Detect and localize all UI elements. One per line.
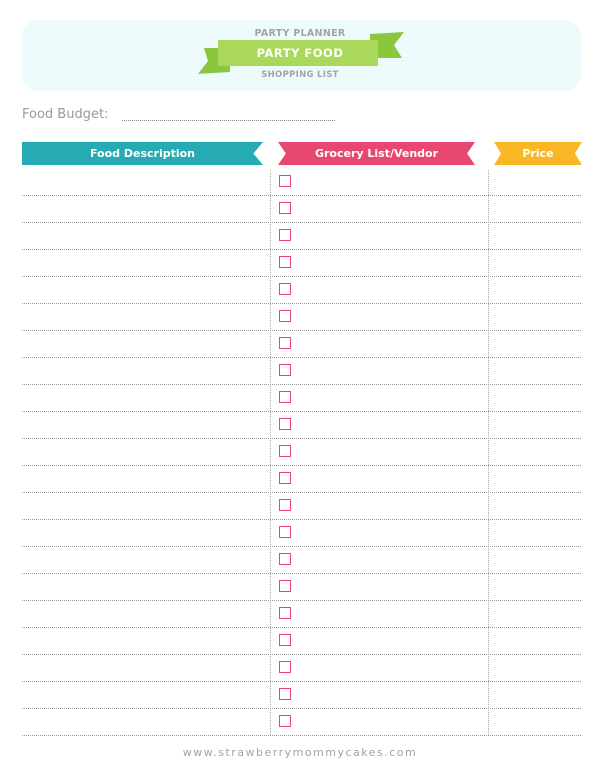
list-row[interactable]: [22, 600, 581, 628]
row-checkbox[interactable]: [279, 580, 291, 592]
list-row[interactable]: [22, 249, 581, 277]
banner-title: PARTY FOOD: [256, 46, 344, 60]
row-checkbox[interactable]: [279, 175, 291, 187]
row-checkbox[interactable]: [279, 688, 291, 700]
row-checkbox[interactable]: [279, 364, 291, 376]
budget-label: Food Budget:: [22, 107, 109, 122]
row-checkbox[interactable]: [279, 445, 291, 457]
list-row[interactable]: [22, 546, 581, 574]
footer-url: www.strawberrymommycakes.com: [182, 746, 418, 759]
column-header-grocery-list: Grocery List/Vendor: [278, 142, 475, 165]
list-row[interactable]: [22, 330, 581, 358]
list-row[interactable]: [22, 681, 581, 709]
row-checkbox[interactable]: [279, 553, 291, 565]
row-checkbox[interactable]: [279, 337, 291, 349]
row-checkbox[interactable]: [279, 229, 291, 241]
column-header-food-description: Food Description: [22, 142, 263, 165]
row-checkbox[interactable]: [279, 607, 291, 619]
list-row[interactable]: [22, 168, 581, 196]
list-row[interactable]: [22, 303, 581, 331]
list-row[interactable]: [22, 276, 581, 304]
list-row[interactable]: [22, 411, 581, 439]
list-row[interactable]: [22, 222, 581, 250]
row-checkbox[interactable]: [279, 526, 291, 538]
row-checkbox[interactable]: [279, 472, 291, 484]
list-row[interactable]: [22, 492, 581, 520]
list-row[interactable]: [22, 708, 581, 736]
row-checkbox[interactable]: [279, 202, 291, 214]
row-checkbox[interactable]: [279, 310, 291, 322]
column-header-price: Price: [494, 142, 582, 165]
list-row[interactable]: [22, 627, 581, 655]
list-row[interactable]: [22, 357, 581, 385]
list-row[interactable]: [22, 654, 581, 682]
row-checkbox[interactable]: [279, 715, 291, 727]
row-checkbox[interactable]: [279, 283, 291, 295]
row-checkbox[interactable]: [279, 661, 291, 673]
list-row[interactable]: [22, 519, 581, 547]
row-checkbox[interactable]: [279, 418, 291, 430]
list-row[interactable]: [22, 438, 581, 466]
list-row[interactable]: [22, 195, 581, 223]
list-row[interactable]: [22, 384, 581, 412]
row-checkbox[interactable]: [279, 391, 291, 403]
row-checkbox[interactable]: [279, 256, 291, 268]
budget-input-line[interactable]: [122, 120, 335, 121]
row-checkbox[interactable]: [279, 499, 291, 511]
list-row[interactable]: [22, 573, 581, 601]
row-checkbox[interactable]: [279, 634, 291, 646]
list-row[interactable]: [22, 465, 581, 493]
header-subtitle-bottom: SHOPPING LIST: [261, 70, 339, 80]
